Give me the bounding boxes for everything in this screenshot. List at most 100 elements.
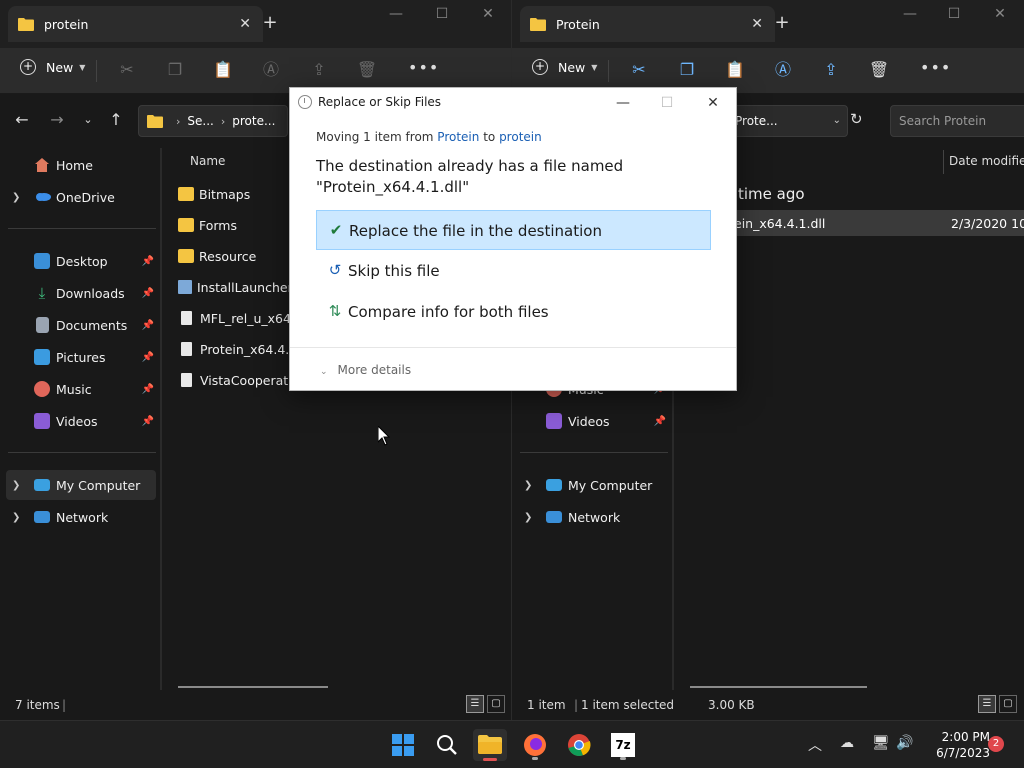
start-button[interactable] bbox=[386, 729, 420, 761]
compare-files-option[interactable]: ⇅ Compare info for both files bbox=[316, 292, 711, 332]
minimize-icon[interactable]: — bbox=[608, 91, 638, 115]
open-indicator bbox=[532, 757, 538, 760]
more-options-icon[interactable]: ••• bbox=[920, 58, 951, 77]
address-bar[interactable]: Prote... ⌄ bbox=[722, 105, 848, 137]
volume-icon[interactable]: 🔊 bbox=[896, 735, 913, 751]
list-item[interactable]: VistaCooperation bbox=[178, 366, 307, 394]
status-divider: | bbox=[62, 698, 67, 712]
share-icon[interactable]: ⇪ bbox=[308, 59, 330, 81]
cloud-offline-icon[interactable]: ☁ bbox=[840, 735, 854, 751]
pin-icon[interactable]: 📌 bbox=[142, 320, 154, 331]
breadcrumb-item[interactable]: prote... bbox=[232, 114, 275, 128]
refresh-icon[interactable]: ↻ bbox=[850, 110, 863, 128]
group-header[interactable]: time ago bbox=[738, 185, 805, 203]
destination-folder-link[interactable]: protein bbox=[499, 130, 542, 144]
delete-icon[interactable]: 🗑 bbox=[868, 59, 890, 81]
cut-icon[interactable]: ✂ bbox=[628, 59, 650, 81]
chevron-down-icon[interactable]: ⌄ bbox=[833, 106, 841, 136]
search-input[interactable]: Search Protein bbox=[890, 105, 1024, 137]
tiles-view-icon[interactable]: ▢ bbox=[487, 695, 505, 713]
maximize-icon[interactable]: ☐ bbox=[942, 6, 966, 22]
copy-icon[interactable]: ❐ bbox=[164, 59, 186, 81]
replace-file-option[interactable]: ✔ Replace the file in the destination bbox=[316, 210, 711, 250]
close-icon[interactable]: ✕ bbox=[988, 6, 1012, 22]
maximize-icon[interactable]: ☐ bbox=[430, 6, 454, 22]
sidebar-item-onedrive[interactable]: ❯ OneDrive bbox=[0, 182, 156, 212]
list-item[interactable]: Resource bbox=[178, 242, 256, 270]
tab-close-icon[interactable]: ✕ bbox=[239, 16, 251, 32]
breadcrumb-chevron-icon: › bbox=[176, 114, 181, 128]
column-header-date-modified[interactable]: Date modified bbox=[949, 154, 1024, 168]
back-icon[interactable]: ← bbox=[12, 110, 32, 129]
list-item[interactable]: InstallLauncher bbox=[178, 273, 293, 301]
chevron-right-icon[interactable]: ❯ bbox=[12, 480, 20, 491]
clock-time: 2:00 PM bbox=[941, 730, 990, 744]
list-item[interactable]: Bitmaps bbox=[178, 180, 250, 208]
skip-file-option[interactable]: ↺ Skip this file bbox=[316, 251, 711, 291]
chevron-right-icon[interactable]: ❯ bbox=[12, 512, 20, 523]
system-clock[interactable]: 2:00 PM 6/7/2023 bbox=[918, 729, 990, 761]
rename-icon[interactable]: Ⓐ bbox=[772, 59, 794, 81]
close-icon[interactable]: ✕ bbox=[698, 91, 728, 115]
checkmark-icon: ✔ bbox=[329, 221, 343, 239]
recent-chevron-icon[interactable]: ⌄ bbox=[78, 113, 98, 126]
sidebar-item-music[interactable]: Music 📌 bbox=[0, 374, 156, 404]
pin-icon[interactable]: 📌 bbox=[142, 256, 154, 267]
horizontal-scrollbar[interactable] bbox=[178, 686, 328, 688]
firefox-taskbar-button[interactable] bbox=[518, 729, 552, 761]
sidebar-item-videos[interactable]: Videos 📌 bbox=[0, 406, 156, 436]
sidebar-item-downloads[interactable]: ⤓ Downloads 📌 bbox=[0, 278, 156, 308]
network-status-icon[interactable]: 🖥 bbox=[872, 735, 890, 751]
minimize-icon[interactable]: — bbox=[898, 6, 922, 22]
rename-icon[interactable]: Ⓐ bbox=[260, 59, 282, 81]
share-icon[interactable]: ⇪ bbox=[820, 59, 842, 81]
sidebar-item-desktop[interactable]: Desktop 📌 bbox=[0, 246, 156, 276]
breadcrumb-item[interactable]: Se... bbox=[187, 114, 213, 128]
pin-icon[interactable]: 📌 bbox=[142, 416, 154, 427]
up-icon[interactable]: ↑ bbox=[106, 110, 126, 129]
show-hidden-icons-icon[interactable]: ︿ bbox=[808, 735, 822, 755]
source-folder-link[interactable]: Protein bbox=[437, 130, 479, 144]
breadcrumb-item[interactable]: Prote... bbox=[735, 114, 778, 128]
new-button[interactable]: + New ▼ bbox=[532, 59, 597, 75]
chrome-taskbar-button[interactable] bbox=[562, 729, 596, 761]
chevron-right-icon[interactable]: ❯ bbox=[12, 192, 20, 203]
list-item[interactable]: Forms bbox=[178, 211, 237, 239]
address-bar[interactable]: › Se... › prote... bbox=[138, 105, 288, 137]
horizontal-scrollbar[interactable] bbox=[690, 686, 867, 688]
tiles-view-icon[interactable]: ▢ bbox=[999, 695, 1017, 713]
copy-icon[interactable]: ❐ bbox=[676, 59, 698, 81]
cut-icon[interactable]: ✂ bbox=[116, 59, 138, 81]
file-explorer-taskbar-button[interactable] bbox=[473, 729, 507, 761]
pin-icon[interactable]: 📌 bbox=[142, 352, 154, 363]
sidebar-item-home[interactable]: Home bbox=[0, 150, 156, 180]
paste-icon[interactable]: 📋 bbox=[724, 59, 746, 81]
tab-protein[interactable]: Protein ✕ bbox=[520, 6, 775, 42]
column-divider[interactable] bbox=[943, 150, 944, 174]
pin-icon[interactable]: 📌 bbox=[142, 384, 154, 395]
sidebar-item-my-computer[interactable]: ❯ My Computer bbox=[6, 470, 156, 500]
details-view-icon[interactable]: ☰ bbox=[978, 695, 996, 713]
minimize-icon[interactable]: — bbox=[384, 6, 408, 22]
tab-close-icon[interactable]: ✕ bbox=[751, 16, 763, 32]
new-tab-icon[interactable]: + bbox=[770, 12, 794, 33]
new-button[interactable]: + New ▼ bbox=[20, 59, 85, 75]
search-button[interactable] bbox=[430, 729, 464, 761]
replace-or-skip-dialog: Replace or Skip Files — ☐ ✕ Moving 1 ite… bbox=[289, 87, 737, 391]
delete-icon[interactable]: 🗑 bbox=[356, 59, 378, 81]
more-options-icon[interactable]: ••• bbox=[408, 58, 439, 77]
paste-icon[interactable]: 📋 bbox=[212, 59, 234, 81]
sidebar-item-documents[interactable]: Documents 📌 bbox=[0, 310, 156, 340]
more-details-button[interactable]: ⌄ More details bbox=[320, 363, 411, 377]
pin-icon[interactable]: 📌 bbox=[142, 288, 154, 299]
7zip-taskbar-button[interactable]: 7z bbox=[606, 729, 640, 761]
sidebar-item-pictures[interactable]: Pictures 📌 bbox=[0, 342, 156, 372]
sidebar-item-network[interactable]: ❯ Network bbox=[0, 502, 156, 532]
notification-badge[interactable]: 2 bbox=[988, 736, 1004, 752]
new-tab-icon[interactable]: + bbox=[258, 12, 282, 33]
forward-icon[interactable]: → bbox=[47, 110, 67, 129]
tab-protein[interactable]: protein ✕ bbox=[8, 6, 263, 42]
details-view-icon[interactable]: ☰ bbox=[466, 695, 484, 713]
close-icon[interactable]: ✕ bbox=[476, 6, 500, 22]
column-header-name[interactable]: Name bbox=[190, 154, 225, 168]
